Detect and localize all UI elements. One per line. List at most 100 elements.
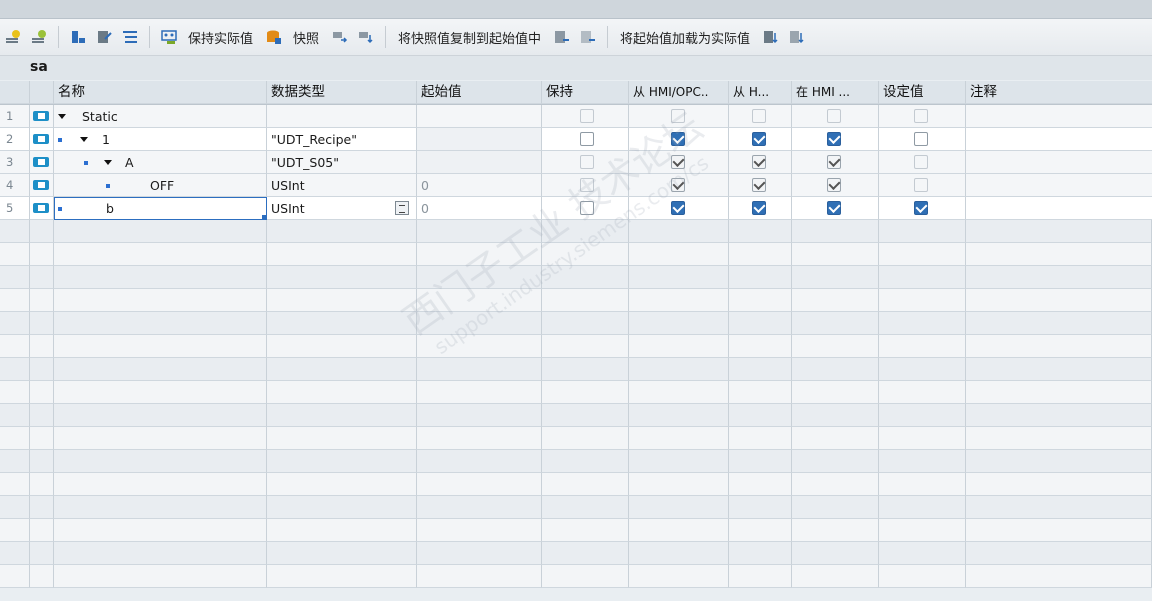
empty-cell[interactable] [54, 381, 267, 404]
empty-cell[interactable] [629, 404, 729, 427]
empty-cell[interactable] [0, 312, 30, 335]
empty-cell[interactable] [729, 266, 792, 289]
empty-cell[interactable] [966, 565, 1152, 588]
empty-cell[interactable] [729, 565, 792, 588]
empty-cell[interactable] [30, 243, 54, 266]
empty-cell[interactable] [966, 289, 1152, 312]
column-header-retain[interactable]: 保持 [542, 81, 629, 104]
column-header-setpoint[interactable]: 设定值 [879, 81, 966, 104]
in-hmi-checkbox[interactable] [827, 201, 841, 215]
empty-cell[interactable] [417, 358, 542, 381]
empty-table-row[interactable] [0, 243, 1152, 266]
start-value-cell[interactable]: 0 [417, 197, 542, 220]
empty-table-row[interactable] [0, 496, 1152, 519]
empty-cell[interactable] [30, 220, 54, 243]
empty-cell[interactable] [54, 312, 267, 335]
start-value-cell[interactable] [417, 151, 542, 174]
empty-cell[interactable] [966, 358, 1152, 381]
empty-cell[interactable] [0, 427, 30, 450]
empty-cell[interactable] [792, 565, 879, 588]
insert-row-icon[interactable] [5, 29, 21, 45]
empty-cell[interactable] [729, 220, 792, 243]
empty-cell[interactable] [542, 450, 629, 473]
empty-cell[interactable] [879, 450, 966, 473]
empty-cell[interactable] [729, 404, 792, 427]
empty-cell[interactable] [417, 473, 542, 496]
empty-cell[interactable] [417, 427, 542, 450]
table-row[interactable]: 5 b USInt 0 [0, 197, 1152, 220]
empty-table-row[interactable] [0, 542, 1152, 565]
empty-cell[interactable] [0, 519, 30, 542]
empty-cell[interactable] [30, 266, 54, 289]
empty-cell[interactable] [542, 427, 629, 450]
empty-cell[interactable] [966, 404, 1152, 427]
comment-cell[interactable] [966, 128, 1152, 151]
empty-cell[interactable] [792, 404, 879, 427]
empty-cell[interactable] [792, 542, 879, 565]
empty-table-row[interactable] [0, 381, 1152, 404]
empty-cell[interactable] [966, 312, 1152, 335]
table-row[interactable]: 1 Static [0, 105, 1152, 128]
empty-cell[interactable] [417, 381, 542, 404]
empty-cell[interactable] [54, 542, 267, 565]
empty-cell[interactable] [542, 220, 629, 243]
empty-cell[interactable] [542, 266, 629, 289]
setpoint-checkbox[interactable] [914, 201, 928, 215]
empty-cell[interactable] [966, 519, 1152, 542]
empty-cell[interactable] [0, 542, 30, 565]
from-h-cell[interactable] [729, 197, 792, 220]
empty-cell[interactable] [879, 243, 966, 266]
empty-cell[interactable] [542, 289, 629, 312]
empty-cell[interactable] [542, 565, 629, 588]
empty-cell[interactable] [0, 289, 30, 312]
column-header-from-h[interactable]: 从 H... [729, 81, 792, 104]
empty-cell[interactable] [417, 565, 542, 588]
empty-cell[interactable] [542, 542, 629, 565]
empty-cell[interactable] [0, 450, 30, 473]
empty-cell[interactable] [542, 519, 629, 542]
empty-cell[interactable] [0, 220, 30, 243]
empty-cell[interactable] [629, 220, 729, 243]
empty-cell[interactable] [30, 335, 54, 358]
from-hmi-opc-checkbox[interactable] [671, 201, 685, 215]
column-header-start-value[interactable]: 起始值 [417, 81, 542, 104]
empty-cell[interactable] [0, 358, 30, 381]
column-header-comment[interactable]: 注释 [966, 81, 1152, 104]
table-row[interactable]: 2 1 "UDT_Recipe" [0, 128, 1152, 151]
empty-cell[interactable] [879, 312, 966, 335]
comment-cell[interactable] [966, 197, 1152, 220]
collapse-arrow-icon[interactable] [104, 160, 112, 165]
empty-cell[interactable] [30, 289, 54, 312]
column-header-datatype[interactable]: 数据类型 [267, 81, 417, 104]
empty-cell[interactable] [30, 519, 54, 542]
empty-cell[interactable] [729, 358, 792, 381]
empty-cell[interactable] [629, 565, 729, 588]
empty-cell[interactable] [54, 565, 267, 588]
empty-cell[interactable] [879, 358, 966, 381]
empty-table-row[interactable] [0, 289, 1152, 312]
empty-cell[interactable] [729, 289, 792, 312]
empty-cell[interactable] [966, 220, 1152, 243]
empty-cell[interactable] [629, 519, 729, 542]
empty-cell[interactable] [542, 358, 629, 381]
empty-cell[interactable] [417, 404, 542, 427]
empty-cell[interactable] [417, 335, 542, 358]
empty-cell[interactable] [729, 519, 792, 542]
empty-cell[interactable] [54, 519, 267, 542]
empty-cell[interactable] [879, 220, 966, 243]
empty-cell[interactable] [30, 450, 54, 473]
empty-cell[interactable] [30, 381, 54, 404]
empty-cell[interactable] [879, 335, 966, 358]
empty-cell[interactable] [729, 473, 792, 496]
empty-cell[interactable] [729, 335, 792, 358]
empty-table-row[interactable] [0, 335, 1152, 358]
from-hmi-opc-cell[interactable] [629, 128, 729, 151]
empty-table-row[interactable] [0, 312, 1152, 335]
collapse-arrow-icon[interactable] [80, 137, 88, 142]
empty-cell[interactable] [417, 243, 542, 266]
keep-actual-values-button[interactable]: 保持实际值 [188, 28, 253, 47]
empty-cell[interactable] [629, 289, 729, 312]
empty-cell[interactable] [792, 496, 879, 519]
empty-table-row[interactable] [0, 565, 1152, 588]
empty-cell[interactable] [542, 496, 629, 519]
